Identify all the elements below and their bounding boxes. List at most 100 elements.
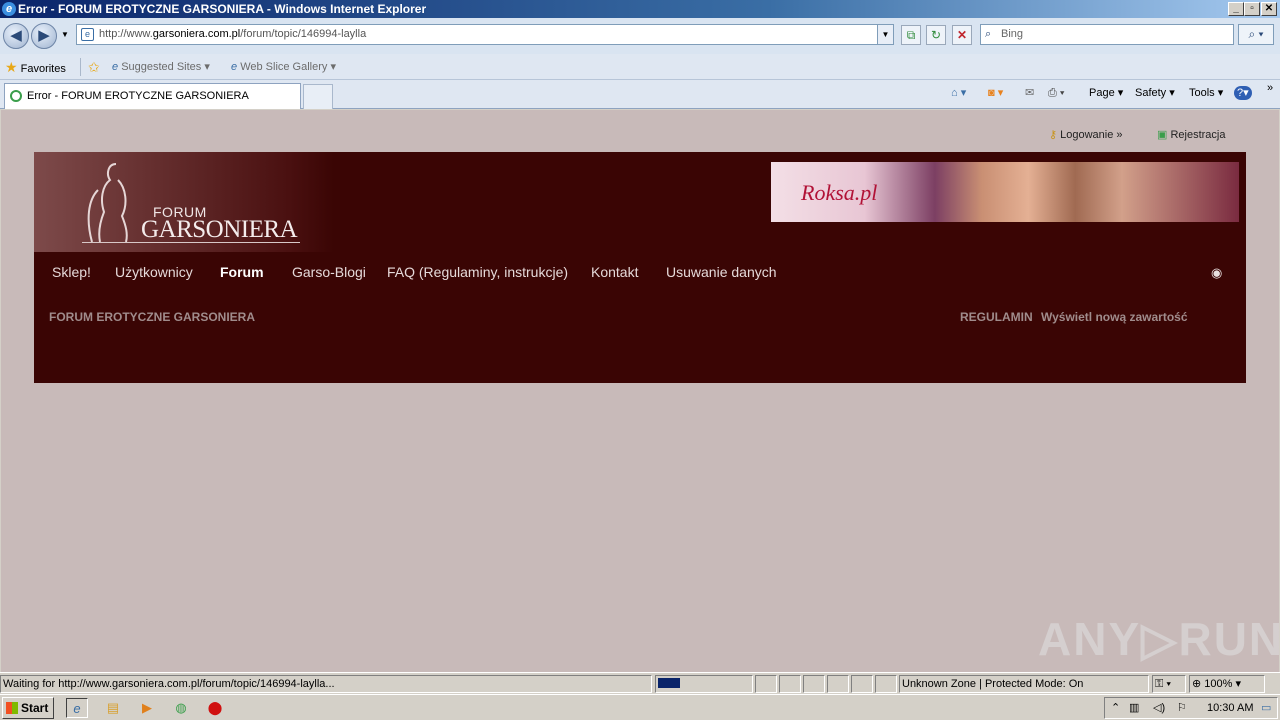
address-field[interactable]: e http://www.garsoniera.com.pl/forum/top… xyxy=(76,24,894,45)
network-icon[interactable]: ▥ xyxy=(1129,698,1139,718)
logo-underline xyxy=(82,242,300,243)
progress-bar xyxy=(655,675,753,693)
nav-blogs[interactable]: Garso-Blogi xyxy=(292,264,366,280)
security-zone[interactable]: Unknown Zone | Protected Mode: On xyxy=(899,675,1149,693)
taskbar: Start e ▤ ▶ ◍ ⬤ ⌃ ▥ ◁) ⚐ 10:30 AM ▭ xyxy=(0,694,1280,720)
suggested-sites-button[interactable]: e Suggested Sites ▾ xyxy=(112,59,210,75)
star-icon: ★ xyxy=(5,59,18,75)
status-pane xyxy=(803,675,825,693)
advertisement-banner[interactable]: Roksa.pl xyxy=(771,162,1239,222)
add-favorite-star-icon: ✩ xyxy=(88,59,100,75)
help-icon[interactable]: ?▾ xyxy=(1234,86,1252,100)
antivirus-icon[interactable]: ⬤ xyxy=(204,698,226,718)
close-button[interactable]: ✕ xyxy=(1261,2,1277,16)
favorites-bar: ★ Favorites ✩ e Suggested Sites ▾ e Web … xyxy=(0,54,1280,80)
web-slice-gallery-button[interactable]: e Web Slice Gallery ▾ xyxy=(231,59,336,75)
nav-data-removal[interactable]: Usuwanie danych xyxy=(666,264,777,280)
windows-logo-icon xyxy=(6,702,18,714)
stop-icon[interactable]: ✕ xyxy=(952,25,972,45)
start-label: Start xyxy=(21,701,49,715)
add-to-favorites-bar-button[interactable]: ✩ xyxy=(88,59,100,77)
search-button[interactable]: ⌕ ▾ xyxy=(1238,24,1274,45)
url-prefix: http://www. xyxy=(99,28,153,40)
status-pane xyxy=(779,675,801,693)
system-tray: ⌃ ▥ ◁) ⚐ 10:30 AM ▭ xyxy=(1104,697,1278,719)
address-bar-row: ◀ ▶ ▼ e http://www.garsoniera.com.pl/for… xyxy=(0,18,1280,54)
home-icon[interactable]: ⌂ ▾ xyxy=(951,85,966,101)
compatibility-view-icon[interactable]: ⧉ xyxy=(901,25,921,45)
url-path: /forum/topic/146994-laylla xyxy=(240,28,367,40)
minimize-button[interactable]: _ xyxy=(1228,2,1244,16)
forward-button[interactable]: ▶ xyxy=(31,23,57,49)
recent-pages-dropdown-icon[interactable]: ▼ xyxy=(61,30,69,39)
nav-shop[interactable]: Sklep! xyxy=(52,264,91,280)
ie-page-icon: e xyxy=(231,61,238,73)
clock[interactable]: 10:30 AM xyxy=(1207,698,1253,718)
register-link[interactable]: ▣ Rejestracja xyxy=(1157,128,1226,141)
web-slice-gallery-label: Web Slice Gallery ▾ xyxy=(240,61,336,73)
tab-title: Error - FORUM EROTYCZNE GARSONIERA xyxy=(27,90,249,102)
nav-faq[interactable]: FAQ (Regulaminy, instrukcje) xyxy=(387,264,568,280)
back-button[interactable]: ◀ xyxy=(3,23,29,49)
regulamin-link[interactable]: REGULAMIN xyxy=(960,310,1033,324)
zoom-control[interactable]: ⊕ 100% ▾ xyxy=(1189,675,1265,693)
start-button[interactable]: Start xyxy=(2,697,54,719)
maximize-button[interactable]: ▫ xyxy=(1244,2,1260,16)
feeds-icon[interactable]: ◙ ▾ xyxy=(988,85,1003,101)
print-icon[interactable]: ⎙ ▾ xyxy=(1048,85,1064,101)
silhouette-icon xyxy=(87,163,128,243)
protected-mode-icon[interactable]: ⚿ ▾ xyxy=(1152,675,1186,693)
page-icon: e xyxy=(81,28,94,41)
nav-contact[interactable]: Kontakt xyxy=(591,264,638,280)
nav-users[interactable]: Użytkownicy xyxy=(115,264,193,280)
search-placeholder: Bing xyxy=(1001,28,1024,40)
view-new-content-link[interactable]: Wyświetl nową zawartość xyxy=(1041,310,1188,324)
status-pane xyxy=(827,675,849,693)
nav-forum[interactable]: Forum xyxy=(220,264,264,280)
ie-taskbar-icon[interactable]: e xyxy=(66,698,88,718)
rss-icon[interactable]: ◉ xyxy=(1211,265,1222,281)
tools-menu[interactable]: Tools ▾ xyxy=(1189,85,1223,101)
suggested-sites-label: Suggested Sites ▾ xyxy=(121,61,210,73)
tab-active[interactable]: Error - FORUM EROTYCZNE GARSONIERA xyxy=(4,83,301,109)
register-icon: ▣ xyxy=(1157,129,1168,141)
web-page: ⚷ Logowanie » ▣ Rejestracja FORUM GARSON… xyxy=(1,110,1279,672)
status-text: Waiting for http://www.garsoniera.com.pl… xyxy=(0,675,652,693)
site-logo[interactable]: FORUM GARSONIERA xyxy=(34,152,334,252)
site-header: FORUM GARSONIERA Roksa.pl Sklep! Użytkow… xyxy=(34,152,1246,383)
register-label: Rejestracja xyxy=(1170,129,1226,141)
status-pane xyxy=(755,675,777,693)
window-title-bar: e Error - FORUM EROTYCZNE GARSONIERA - W… xyxy=(0,0,1280,18)
search-input[interactable]: ⌕ Bing xyxy=(980,24,1234,45)
safety-menu[interactable]: Safety ▾ xyxy=(1135,85,1175,101)
volume-icon[interactable]: ◁) xyxy=(1153,698,1165,718)
new-tab-button[interactable] xyxy=(303,84,333,109)
zoom-icon: ⊕ xyxy=(1192,678,1202,690)
explorer-icon[interactable]: ▤ xyxy=(102,698,124,718)
breadcrumb[interactable]: FORUM EROTYCZNE GARSONIERA xyxy=(49,310,255,324)
divider xyxy=(80,58,81,76)
media-player-icon[interactable]: ▶ xyxy=(136,698,158,718)
mail-icon[interactable]: ✉ xyxy=(1025,85,1034,101)
login-link[interactable]: ⚷ Logowanie » xyxy=(1049,128,1123,141)
url-domain: garsoniera.com.pl xyxy=(152,28,241,40)
chrome-icon[interactable]: ◍ xyxy=(170,698,192,718)
loading-icon xyxy=(10,90,22,102)
banner-brand-text: Roksa.pl xyxy=(801,180,878,205)
favorites-button[interactable]: ★ Favorites xyxy=(5,59,66,77)
ie-logo-icon: e xyxy=(2,2,16,16)
ie-page-icon: e xyxy=(112,61,119,73)
tab-row: Error - FORUM EROTYCZNE GARSONIERA ⌂ ▾ ◙… xyxy=(0,80,1280,109)
show-desktop-icon[interactable]: ▭ xyxy=(1261,698,1271,718)
zoom-level: 100% xyxy=(1204,678,1233,690)
status-pane xyxy=(851,675,873,693)
search-provider-icon: ⌕ xyxy=(985,28,992,40)
page-menu[interactable]: Page ▾ xyxy=(1089,85,1123,101)
address-dropdown-icon[interactable]: ▼ xyxy=(877,25,893,44)
action-center-flag-icon[interactable]: ⚐ xyxy=(1177,698,1187,718)
window-title: Error - FORUM EROTYCZNE GARSONIERA - Win… xyxy=(18,2,427,16)
refresh-icon[interactable]: ↻ xyxy=(926,25,946,45)
show-hidden-icons-icon[interactable]: ⌃ xyxy=(1111,698,1120,718)
status-bar: Waiting for http://www.garsoniera.com.pl… xyxy=(0,672,1280,694)
more-commands-icon[interactable]: » xyxy=(1267,80,1273,96)
